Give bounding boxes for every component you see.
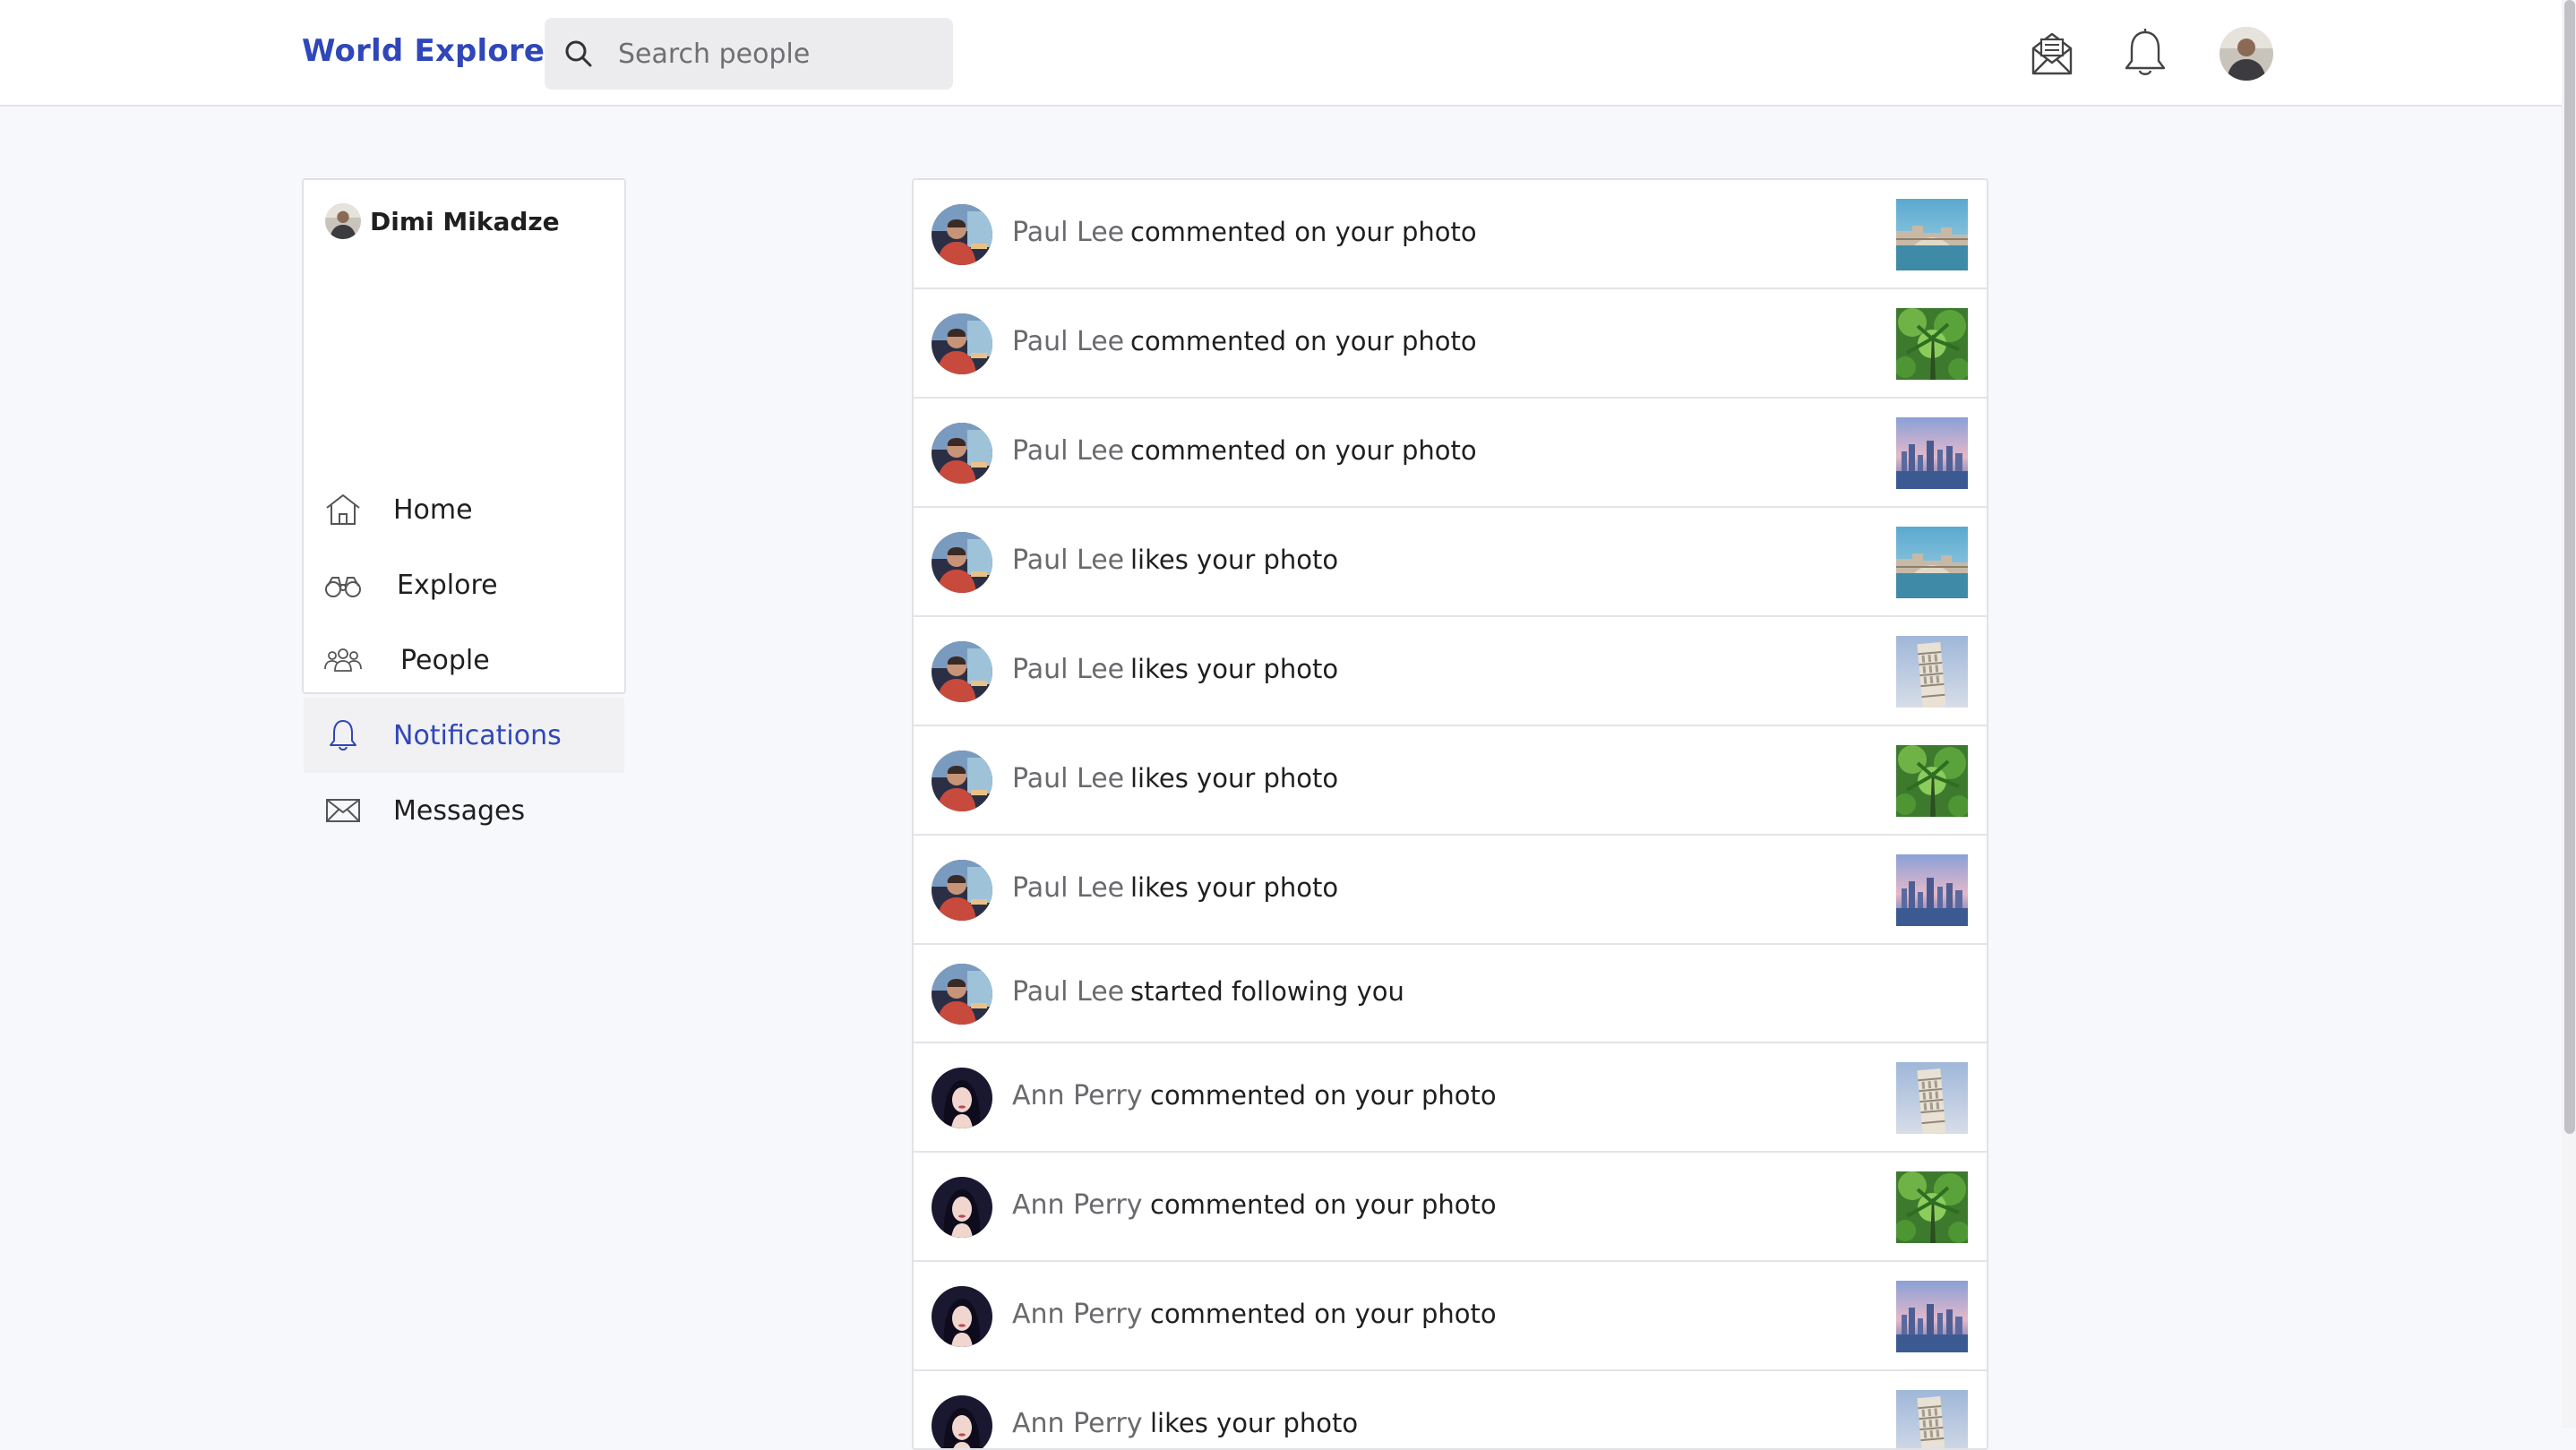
- notification-user-name[interactable]: Paul Lee: [1012, 326, 1124, 357]
- notification-avatar[interactable]: [932, 1286, 992, 1347]
- notification-photo-thumbnail[interactable]: [1896, 1171, 1968, 1243]
- notification-photo-thumbnail[interactable]: [1896, 854, 1968, 926]
- notification-user-name[interactable]: Ann Perry: [1012, 1408, 1142, 1439]
- notification-row[interactable]: Paul Lee likes your photo: [914, 617, 1987, 726]
- binoculars-icon: [325, 577, 361, 597]
- notification-user-name[interactable]: Paul Lee: [1012, 435, 1124, 467]
- notification-photo-thumbnail[interactable]: [1896, 308, 1968, 380]
- notification-text: commented on your photo: [1150, 1189, 1497, 1220]
- notification-row[interactable]: Paul Lee commented on your photo: [914, 180, 1987, 289]
- notification-text: commented on your photo: [1130, 435, 1477, 466]
- notification-row[interactable]: Ann Perry commented on your photo: [914, 1043, 1987, 1153]
- notification-photo-thumbnail[interactable]: [1896, 527, 1968, 598]
- notification-row[interactable]: Paul Lee likes your photo: [914, 836, 1987, 945]
- notification-row[interactable]: Paul Lee likes your photo: [914, 508, 1987, 617]
- notification-row[interactable]: Paul Lee likes your photo: [914, 726, 1987, 836]
- brand-logo[interactable]: World Explorer: [302, 33, 560, 69]
- notification-photo-thumbnail[interactable]: [1896, 199, 1968, 270]
- notification-text: likes your photo: [1130, 872, 1339, 903]
- notification-row[interactable]: Ann Perry commented on your photo: [914, 1153, 1987, 1262]
- notification-photo-thumbnail[interactable]: [1896, 636, 1968, 708]
- notification-text: commented on your photo: [1150, 1080, 1497, 1111]
- sidebar-profile[interactable]: Dimi Mikadze: [325, 202, 560, 241]
- search-input[interactable]: [616, 18, 939, 90]
- notification-user-name[interactable]: Ann Perry: [1012, 1189, 1142, 1221]
- notification-avatar[interactable]: [932, 860, 992, 921]
- envelope-icon: [326, 799, 360, 822]
- notification-avatar[interactable]: [932, 1177, 992, 1238]
- scrollbar-thumb[interactable]: [2564, 0, 2575, 1134]
- notification-avatar[interactable]: [932, 423, 992, 484]
- notification-avatar[interactable]: [932, 532, 992, 593]
- notification-row[interactable]: Paul Lee commented on your photo: [914, 399, 1987, 508]
- notification-user-name[interactable]: Paul Lee: [1012, 217, 1124, 248]
- notification-user-name[interactable]: Paul Lee: [1012, 976, 1124, 1008]
- sidebar-item-label: Home: [393, 493, 473, 526]
- search-box[interactable]: [545, 18, 953, 90]
- notification-list: Paul Lee commented on your photo Paul Lee c…: [912, 178, 1988, 1450]
- notification-user-name[interactable]: Paul Lee: [1012, 872, 1124, 904]
- notification-text: likes your photo: [1130, 763, 1339, 794]
- notification-avatar[interactable]: [932, 1395, 992, 1448]
- notification-row[interactable]: Paul Lee commented on your photo: [914, 289, 1987, 399]
- messages-icon[interactable]: [2028, 27, 2076, 79]
- sidebar-item-label: Explore: [397, 569, 498, 601]
- notification-text: commented on your photo: [1150, 1299, 1497, 1329]
- notification-user-name[interactable]: Paul Lee: [1012, 545, 1124, 576]
- notification-avatar[interactable]: [932, 313, 992, 374]
- sidebar-item-label: People: [400, 644, 490, 676]
- notification-avatar[interactable]: [932, 641, 992, 702]
- notification-avatar[interactable]: [932, 204, 992, 265]
- notification-text: likes your photo: [1130, 545, 1339, 575]
- sidebar-item-messages[interactable]: Messages: [304, 773, 624, 848]
- notification-user-name[interactable]: Ann Perry: [1012, 1299, 1142, 1330]
- notification-avatar[interactable]: [932, 964, 992, 1025]
- sidebar-item-label: Notifications: [393, 719, 562, 751]
- notification-row[interactable]: Ann Perry likes your photo: [914, 1371, 1987, 1448]
- sidebar-item-people[interactable]: People: [304, 622, 624, 698]
- profile-avatar: [325, 203, 361, 239]
- notification-row[interactable]: Paul Lee started following you: [914, 945, 1987, 1043]
- notification-text: commented on your photo: [1130, 217, 1477, 247]
- notification-text: likes your photo: [1150, 1408, 1359, 1438]
- notification-photo-thumbnail[interactable]: [1896, 745, 1968, 817]
- notification-avatar[interactable]: [932, 1068, 992, 1128]
- sidebar-item-explore[interactable]: Explore: [304, 547, 624, 622]
- notification-text: started following you: [1130, 976, 1404, 1007]
- notification-photo-thumbnail[interactable]: [1896, 1281, 1968, 1352]
- user-avatar[interactable]: [2220, 27, 2273, 81]
- notification-photo-thumbnail[interactable]: [1896, 1062, 1968, 1134]
- sidebar-item-label: Messages: [393, 794, 526, 827]
- profile-name: Dimi Mikadze: [370, 206, 560, 236]
- notification-user-name[interactable]: Ann Perry: [1012, 1080, 1142, 1111]
- notifications-bell-icon[interactable]: [2121, 27, 2169, 79]
- notification-row[interactable]: Ann Perry commented on your photo: [914, 1262, 1987, 1371]
- notification-user-name[interactable]: Paul Lee: [1012, 763, 1124, 794]
- notification-text: commented on your photo: [1130, 326, 1477, 356]
- notification-photo-thumbnail[interactable]: [1896, 1390, 1968, 1448]
- sidebar: Dimi Mikadze Home Explore People Notific…: [302, 178, 626, 827]
- sidebar-item-notifications[interactable]: Notifications: [304, 698, 624, 773]
- top-bar: World Explorer: [0, 0, 2562, 107]
- sidebar-item-home[interactable]: Home: [304, 472, 624, 547]
- search-icon: [565, 40, 592, 67]
- notification-text: likes your photo: [1130, 654, 1339, 684]
- notification-photo-thumbnail[interactable]: [1896, 417, 1968, 489]
- people-icon: [324, 648, 362, 672]
- bell-icon: [330, 720, 356, 751]
- notification-user-name[interactable]: Paul Lee: [1012, 654, 1124, 685]
- notification-avatar[interactable]: [932, 751, 992, 811]
- home-icon: [326, 494, 360, 525]
